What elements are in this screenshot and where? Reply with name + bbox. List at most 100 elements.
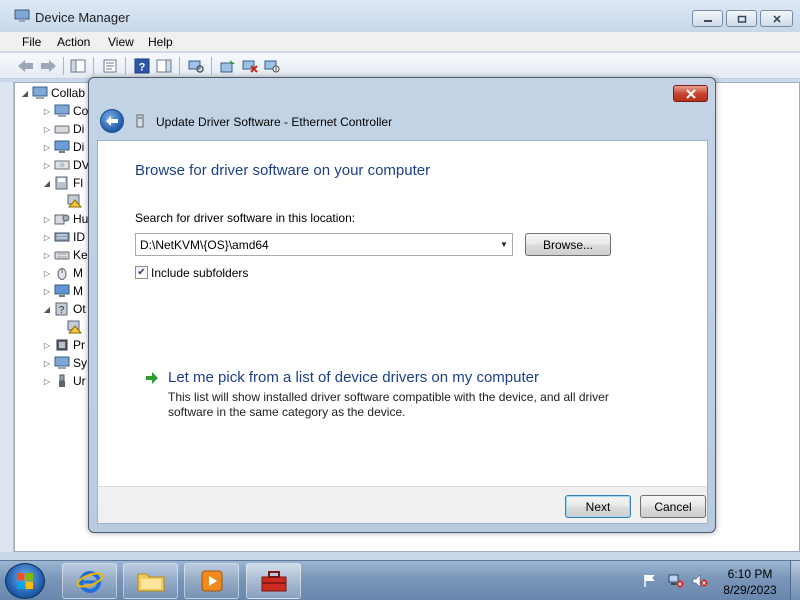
tree-row[interactable]: ▷ Di (41, 138, 84, 156)
close-button[interactable] (760, 10, 793, 27)
disable-device-icon (264, 60, 280, 73)
tree-row-root[interactable]: ◢ Collab (19, 84, 85, 102)
monitor-icon (54, 284, 70, 297)
dialog-close-button[interactable] (673, 85, 708, 102)
media-player-icon (201, 570, 222, 592)
tree-row[interactable]: ▷ Pr (41, 336, 85, 354)
include-subfolders-checkbox[interactable]: ✔ (135, 266, 148, 279)
dvd-drive-icon (54, 160, 70, 170)
tree-row[interactable] (65, 192, 85, 210)
uninstall-button[interactable] (241, 57, 259, 75)
collapse-arrow-icon[interactable]: ◢ (41, 177, 53, 189)
folder-icon (137, 573, 164, 592)
forward-button[interactable] (39, 57, 57, 75)
expand-arrow-icon[interactable]: ▷ (41, 357, 53, 369)
tree-label: Ur (73, 374, 86, 388)
tree-row[interactable]: ◢ Fl (41, 174, 83, 192)
taskbar-device-manager[interactable] (246, 563, 301, 599)
tree-row[interactable] (65, 318, 85, 336)
toolbar-separator (125, 57, 126, 75)
expand-arrow-icon[interactable]: ▷ (41, 105, 53, 117)
update-driver-dialog: Update Driver Software - Ethernet Contro… (88, 77, 716, 533)
close-icon (685, 88, 696, 99)
tree-row[interactable]: ▷ Sy (41, 354, 87, 372)
tree-row[interactable]: ◢ ? Ot (41, 300, 86, 318)
dropdown-arrow-icon[interactable]: ▼ (496, 234, 512, 255)
tree-row[interactable]: ▷ M (41, 282, 83, 300)
update-driver-button[interactable] (219, 57, 237, 75)
show-desktop-button[interactable] (790, 561, 800, 600)
collapse-arrow-icon[interactable]: ◢ (41, 303, 53, 315)
minimize-button[interactable] (692, 10, 723, 27)
start-button[interactable] (5, 563, 45, 599)
tree-row[interactable]: ▷ Co (41, 102, 88, 120)
scan-hardware-icon (188, 60, 204, 73)
internet-explorer-icon (76, 571, 103, 593)
dialog-back-button[interactable] (100, 109, 124, 133)
next-button[interactable]: Next (565, 495, 631, 518)
expand-arrow-icon[interactable]: ▷ (41, 141, 53, 153)
tree-label: Ot (73, 302, 86, 316)
expand-arrow-icon[interactable]: ▷ (41, 285, 53, 297)
tree-row[interactable]: ▷ Di (41, 120, 84, 138)
include-subfolders-label[interactable]: Include subfolders (151, 266, 248, 280)
ide-controller-icon (54, 232, 70, 242)
disable-device-button[interactable] (263, 57, 281, 75)
expand-arrow-icon[interactable]: ▷ (41, 123, 53, 135)
warning-device-icon (67, 194, 82, 208)
toolbar: ? (0, 53, 800, 79)
browse-button[interactable]: Browse... (525, 233, 611, 256)
taskbar-media-player[interactable] (184, 563, 239, 599)
tree-row[interactable]: ▷ Ur (41, 372, 86, 390)
usb-icon (59, 374, 65, 387)
properties-button[interactable] (101, 57, 119, 75)
maximize-button[interactable] (726, 10, 757, 27)
taskbar-internet-explorer[interactable] (62, 563, 117, 599)
menu-action[interactable]: Action (55, 34, 92, 50)
tree-row[interactable]: ▷ M (41, 264, 83, 282)
show-hide-console-tree-button[interactable] (69, 57, 87, 75)
menu-view[interactable]: View (106, 34, 136, 50)
tree-row[interactable]: ▷ Hu (41, 210, 88, 228)
tree-row[interactable]: ▷ DV (41, 156, 90, 174)
network-disconnected-icon[interactable] (668, 574, 684, 588)
help-button[interactable]: ? (133, 57, 151, 75)
menu-help[interactable]: Help (146, 34, 175, 50)
human-interface-device-icon (54, 214, 70, 225)
expand-arrow-icon[interactable]: ▷ (41, 231, 53, 243)
tree-row[interactable]: ▷ Ke (41, 246, 88, 264)
tree-label: M (73, 266, 83, 280)
scan-hardware-button[interactable] (187, 57, 205, 75)
tree-label: Co (73, 104, 89, 118)
device-manager-titlebar[interactable]: Device Manager (0, 0, 800, 32)
tree-label: Ke (73, 248, 88, 262)
taskbar-windows-explorer[interactable] (123, 563, 178, 599)
volume-muted-icon[interactable] (692, 574, 708, 588)
back-button[interactable] (17, 57, 35, 75)
clock-date[interactable]: 8/29/2023 (715, 583, 785, 597)
search-location-combobox[interactable]: D:\NetKVM\{OS}\amd64 ▼ (135, 233, 513, 256)
menu-file[interactable]: File (20, 34, 43, 50)
display-adapter-icon (54, 140, 70, 153)
expand-arrow-icon[interactable]: ▷ (41, 213, 53, 225)
expand-arrow-icon[interactable]: ▷ (41, 339, 53, 351)
toolbar-separator (179, 57, 180, 75)
expand-arrow-icon[interactable]: ▷ (41, 159, 53, 171)
pick-from-list-description: This list will show installed driver sof… (168, 390, 609, 419)
expand-arrow-icon[interactable]: ▷ (41, 267, 53, 279)
search-location-value[interactable]: D:\NetKVM\{OS}\amd64 (136, 238, 496, 252)
collapse-arrow-icon[interactable]: ◢ (19, 87, 31, 99)
tree-row[interactable]: ▷ ID (41, 228, 85, 246)
device-manager-icon (14, 9, 30, 22)
green-arrow-icon[interactable] (145, 371, 159, 385)
cancel-button[interactable]: Cancel (640, 495, 706, 518)
action-pane-button[interactable] (155, 57, 173, 75)
action-center-flag-icon[interactable] (642, 574, 658, 588)
clock-time[interactable]: 6:10 PM (720, 567, 780, 581)
pick-from-list-link[interactable]: Let me pick from a list of device driver… (168, 369, 539, 386)
tree-label: ID (73, 230, 85, 244)
expand-arrow-icon[interactable]: ▷ (41, 249, 53, 261)
expand-arrow-icon[interactable]: ▷ (41, 375, 53, 387)
arrow-left-icon (106, 116, 118, 126)
console-tree-icon (70, 59, 86, 73)
